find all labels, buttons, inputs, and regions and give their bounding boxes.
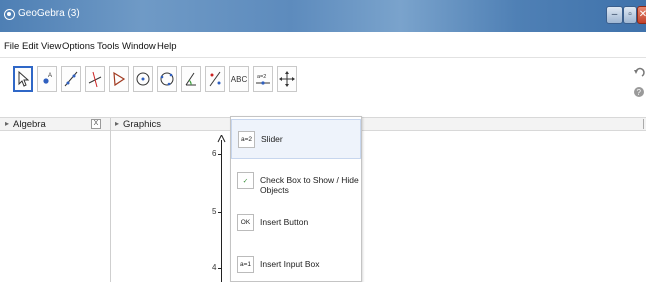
- menu-options[interactable]: Options: [62, 41, 95, 52]
- text-tool-label: ABC: [230, 74, 248, 84]
- move-view-icon: [279, 71, 295, 87]
- line-tool-button[interactable]: [61, 66, 81, 92]
- close-algebra-view-button[interactable]: X: [91, 119, 101, 129]
- circle-center-point-tool-button[interactable]: [133, 66, 153, 92]
- graphics-view-title: Graphics: [123, 119, 162, 130]
- window-title: GeoGebra (3): [18, 8, 80, 19]
- line-icon: [64, 71, 78, 87]
- undo-icon[interactable]: [633, 67, 645, 79]
- text-tool-button[interactable]: ABC: [229, 66, 249, 92]
- slider-icon: a=2: [238, 131, 255, 148]
- dropdown-item-input-box[interactable]: a=1 Insert Input Box: [231, 245, 361, 282]
- dropdown-item-slider[interactable]: a=2 Slider: [231, 119, 361, 159]
- title-bar: GeoGebra (3) – ▫ ✕: [0, 0, 646, 32]
- y-tick: [218, 212, 221, 213]
- menu-tools[interactable]: Tools: [97, 41, 119, 52]
- menu-help[interactable]: Help: [157, 41, 177, 52]
- dropdown-item-label: Slider: [261, 134, 283, 144]
- svg-text:?: ?: [637, 88, 642, 97]
- dropdown-item-checkbox[interactable]: ✓ Check Box to Show / Hide Objects: [231, 161, 361, 201]
- point-icon: A: [43, 73, 52, 84]
- input-box-icon: a=1: [237, 256, 254, 273]
- dropdown-item-button[interactable]: OK Insert Button: [231, 203, 361, 243]
- menu-window[interactable]: Window: [122, 41, 156, 52]
- dropdown-item-label: Check Box to Show / Hide Objects: [260, 175, 359, 195]
- minimize-button[interactable]: –: [606, 6, 623, 24]
- perpendicular-line-icon: [88, 71, 102, 88]
- maximize-button[interactable]: ▫: [623, 6, 637, 24]
- close-button[interactable]: ✕: [637, 6, 646, 24]
- button-icon: OK: [237, 214, 254, 231]
- tool-dropdown-menu: a=2 Slider ✓ Check Box to Show / Hide Ob…: [230, 116, 362, 282]
- circle-three-points-icon: [160, 72, 174, 86]
- cursor-arrow-icon: [18, 70, 30, 87]
- y-tick: [218, 154, 221, 155]
- angle-icon: [185, 72, 196, 86]
- menu-view[interactable]: View: [41, 41, 61, 52]
- svg-text:a=2: a=2: [257, 74, 266, 80]
- y-tick-label: 5: [212, 207, 217, 216]
- polygon-tool-button[interactable]: [109, 66, 129, 92]
- geogebra-app-icon: [4, 9, 15, 20]
- y-axis: [221, 140, 222, 282]
- reflect-icon: [209, 71, 221, 87]
- graphics-collapse-arrow-icon[interactable]: ▸: [115, 119, 119, 128]
- algebra-view-title: Algebra: [13, 119, 46, 130]
- perpendicular-line-tool-button[interactable]: [85, 66, 105, 92]
- slider-icon: a=2: [256, 74, 270, 85]
- svg-text:A: A: [48, 73, 52, 79]
- slider-tool-button[interactable]: a=2: [253, 66, 273, 92]
- y-tick-label: 6: [212, 149, 217, 158]
- point-tool-button[interactable]: A: [37, 66, 57, 92]
- dropdown-item-label: Insert Input Box: [260, 259, 320, 269]
- reflect-tool-button[interactable]: [205, 66, 225, 92]
- angle-tool-button[interactable]: [181, 66, 201, 92]
- y-tick: [218, 268, 221, 269]
- menu-file[interactable]: File: [4, 41, 19, 52]
- checkbox-icon: ✓: [237, 172, 254, 189]
- menu-edit[interactable]: Edit: [22, 41, 38, 52]
- circle-three-points-tool-button[interactable]: [157, 66, 177, 92]
- help-icon[interactable]: ?: [633, 86, 645, 98]
- polygon-icon: [113, 71, 126, 87]
- menu-bar: File Edit View Options Tools Window Help: [0, 32, 646, 58]
- algebra-collapse-arrow-icon[interactable]: ▸: [5, 119, 9, 128]
- graphics-view[interactable]: [111, 131, 646, 282]
- toolbar: A ABC a=2: [0, 58, 646, 110]
- move-tool-button[interactable]: [13, 66, 33, 92]
- dropdown-item-label: Insert Button: [260, 217, 309, 227]
- move-graphics-view-tool-button[interactable]: [277, 66, 297, 92]
- circle-center-icon: [136, 72, 150, 86]
- y-tick-label: 4: [212, 263, 217, 272]
